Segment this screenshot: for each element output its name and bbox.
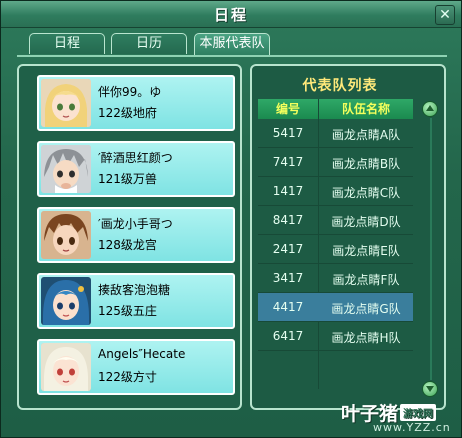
window-title: 日程: [213, 6, 248, 24]
schedule-window: 日程 ✕ 日程 日历 本服代表队 伴你99。ゆ 122级地府 ′醉酒思红颜つ 1…: [0, 0, 462, 438]
member-level-school: 128级龙宫: [98, 238, 157, 252]
tab-divider: [17, 55, 447, 57]
member-card[interactable]: ′画龙小手哥つ 128级龙宫: [37, 207, 235, 263]
watermark-badge: 游戏网: [400, 404, 437, 421]
scrollbar-track[interactable]: [430, 118, 432, 380]
scroll-down-icon[interactable]: [422, 381, 438, 397]
team-id: 6417: [272, 329, 304, 343]
blonde-girl-avatar: [41, 79, 91, 127]
member-level-school: 121级万兽: [98, 172, 157, 186]
team-name: 画龙点睛C队: [331, 186, 401, 200]
column-header-team-name[interactable]: 队伍名称: [319, 99, 413, 119]
team-name: 画龙点睛D队: [331, 215, 401, 229]
team-name: 画龙点睛A队: [331, 128, 401, 142]
member-panel: 伴你99。ゆ 122级地府 ′醉酒思红颜つ 121级万兽 ′画龙小手哥つ 128…: [17, 64, 242, 410]
table-row-selected[interactable]: 4417 画龙点睛G队: [258, 293, 413, 322]
member-level-school: 125级五庄: [98, 304, 157, 318]
table-row[interactable]: 7417 画龙点睛B队: [258, 148, 413, 177]
team-id: 4417: [272, 300, 304, 314]
tab-server-team[interactable]: 本服代表队: [194, 33, 270, 55]
member-level-school: 122级方寸: [98, 370, 157, 384]
team-id: 2417: [272, 242, 304, 256]
tab-schedule[interactable]: 日程: [29, 33, 105, 54]
member-name: ′画龙小手哥つ: [98, 217, 173, 231]
member-card[interactable]: ′醉酒思红颜つ 121级万兽: [37, 141, 235, 197]
team-id: 5417: [272, 126, 304, 140]
team-id: 7417: [272, 155, 304, 169]
member-card[interactable]: Angels″Hecate 122级方寸: [37, 339, 235, 395]
brown-hair-boy-avatar: [41, 211, 91, 259]
member-name: Angels″Hecate: [98, 347, 186, 361]
close-button[interactable]: ✕: [435, 5, 455, 25]
member-name: 揍敌客泡泡糖: [98, 283, 171, 297]
table-row[interactable]: 3417 画龙点睛F队: [258, 264, 413, 293]
tab-calendar[interactable]: 日历: [111, 33, 187, 54]
member-card[interactable]: 伴你99。ゆ 122级地府: [37, 75, 235, 131]
team-id: 8417: [272, 213, 304, 227]
team-name: 画龙点睛F队: [332, 273, 400, 287]
table-row[interactable]: 1417 画龙点睛C队: [258, 177, 413, 206]
member-name: ′醉酒思红颜つ: [98, 151, 173, 165]
white-hair-girl-avatar: [41, 343, 91, 391]
member-level-school: 122级地府: [98, 106, 157, 120]
table-row[interactable]: 6417 画龙点睛H队: [258, 322, 413, 351]
scroll-up-icon[interactable]: [422, 101, 438, 117]
member-card[interactable]: 揍敌客泡泡糖 125级五庄: [37, 273, 235, 329]
title-bar[interactable]: 日程 ✕: [1, 1, 461, 28]
grey-hair-boy-avatar: [41, 145, 91, 193]
table-row[interactable]: 2417 画龙点睛E队: [258, 235, 413, 264]
column-header-id[interactable]: 编号: [258, 99, 318, 119]
table-row[interactable]: 8417 画龙点睛D队: [258, 206, 413, 235]
team-id: 3417: [272, 271, 304, 285]
member-name: 伴你99。ゆ: [98, 85, 162, 99]
team-name: 画龙点睛G队: [331, 302, 401, 316]
table-row[interactable]: 5417 画龙点睛A队: [258, 119, 413, 148]
team-name: 画龙点睛E队: [332, 244, 400, 258]
team-list-title: 代表队列表: [302, 78, 378, 94]
team-list-panel: 代表队列表 编号 队伍名称 5417 画龙点睛A队 7417 画龙点睛B队 14…: [250, 64, 446, 410]
team-table-body: 5417 画龙点睛A队 7417 画龙点睛B队 1417 画龙点睛C队 8417…: [258, 119, 413, 351]
team-name: 画龙点睛H队: [331, 331, 401, 345]
team-id: 1417: [272, 184, 304, 198]
blue-hair-girl-avatar: [41, 277, 91, 325]
watermark-url: www.YZZ.cn: [373, 421, 451, 434]
team-name: 画龙点睛B队: [331, 157, 401, 171]
